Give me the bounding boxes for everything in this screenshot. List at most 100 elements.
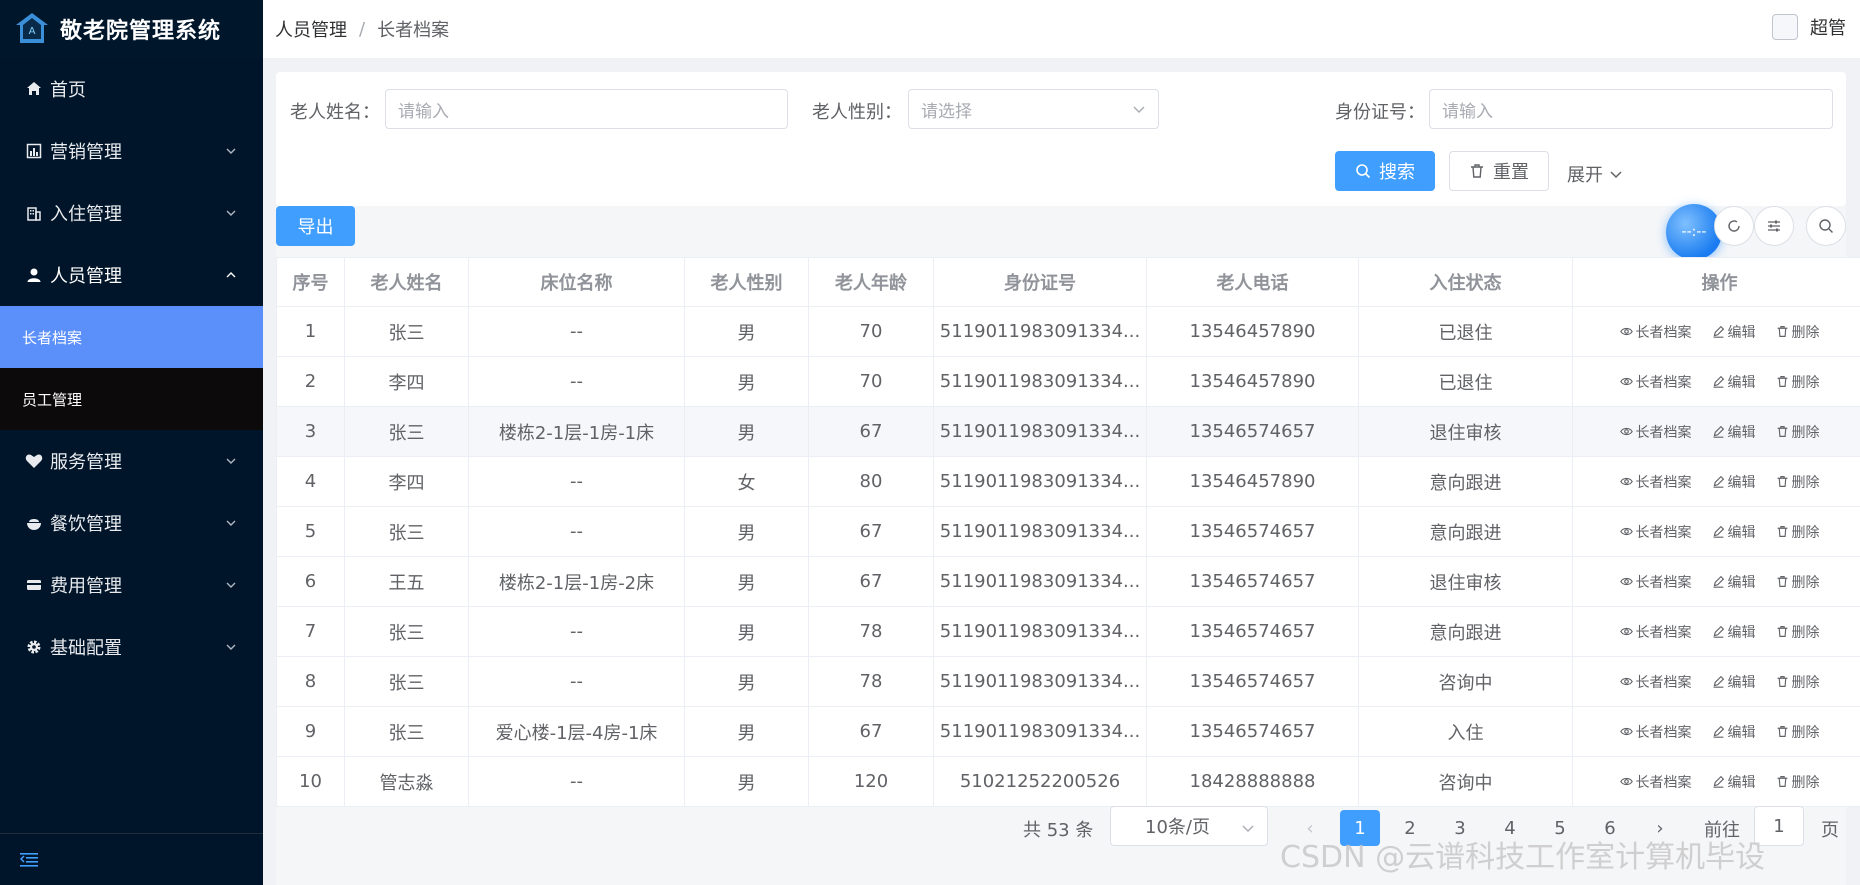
edit-button[interactable]: 编辑: [1712, 722, 1756, 742]
cell-age: 78: [808, 656, 934, 707]
cell-no: 2: [276, 356, 345, 407]
sidebar-subitem-elder-archive[interactable]: 长者档案: [0, 306, 263, 368]
delete-button[interactable]: 删除: [1776, 472, 1820, 492]
cell-name: 张三: [344, 406, 469, 457]
search-button[interactable]: 搜索: [1335, 151, 1435, 191]
search-form: 老人姓名： 请输入 老人性别： 请选择 身份证号： 请输入 搜索 重置 展开: [276, 72, 1846, 206]
gender-select[interactable]: 请选择: [908, 89, 1159, 129]
sidebar-item-label: 首页: [50, 80, 86, 101]
floating-assistant-button[interactable]: --:--: [1666, 204, 1722, 260]
cell-name: 张三: [344, 606, 469, 657]
column-header: 老人姓名: [344, 257, 469, 307]
sidebar-item-home[interactable]: 首页: [0, 58, 263, 120]
cell-actions: 长者档案 编辑 删除: [1572, 756, 1860, 807]
eye-icon: [1619, 677, 1633, 686]
view-archive-button[interactable]: 长者档案: [1619, 722, 1692, 742]
table-row[interactable]: 10 管志淼 -- 男 120 51021252200526 18428888888 咨询中长…: [276, 756, 1860, 807]
delete-button[interactable]: 删除: [1776, 422, 1820, 442]
cell-phone: 13546574657: [1146, 556, 1359, 607]
eye-icon: [1619, 627, 1633, 636]
view-archive-button[interactable]: 长者档案: [1619, 322, 1692, 342]
view-archive-button[interactable]: 长者档案: [1619, 522, 1692, 542]
action-label: 删除: [1791, 474, 1820, 491]
refresh-tool-button[interactable]: [1714, 206, 1754, 246]
action-label: 删除: [1791, 324, 1820, 341]
action-label: 编辑: [1727, 324, 1756, 341]
view-archive-button[interactable]: 长者档案: [1619, 572, 1692, 592]
edit-button[interactable]: 编辑: [1712, 622, 1756, 642]
table-row[interactable]: 7 张三 -- 男 78 5119011983091334... 13546574657 意向…: [276, 606, 1860, 657]
action-label: 删除: [1791, 574, 1820, 591]
sidebar-collapse-toggle[interactable]: [0, 833, 263, 885]
delete-button[interactable]: 删除: [1776, 672, 1820, 692]
sidebar-item-checkin[interactable]: 入住管理: [0, 182, 263, 244]
table-row[interactable]: 6 王五 楼栋2-1层-1房-2床男 67 5119011983091334... 135…: [276, 556, 1860, 607]
sidebar-item-marketing[interactable]: 营销管理: [0, 120, 263, 182]
cell-name: 李四: [344, 356, 469, 407]
delete-button[interactable]: 删除: [1776, 572, 1820, 592]
action-label: 编辑: [1727, 374, 1756, 391]
edit-icon: [1713, 625, 1724, 638]
cell-actions: 长者档案 编辑 删除: [1572, 606, 1860, 657]
sidebar-item-personnel[interactable]: 人员管理: [0, 244, 263, 306]
export-button[interactable]: 导出: [276, 206, 355, 246]
view-archive-button[interactable]: 长者档案: [1619, 772, 1692, 792]
trash-icon: [1777, 576, 1787, 587]
cell-name: 张三: [344, 656, 469, 707]
edit-button[interactable]: 编辑: [1712, 472, 1756, 492]
delete-button[interactable]: 删除: [1776, 322, 1820, 342]
delete-button[interactable]: 删除: [1776, 522, 1820, 542]
sidebar-item-config[interactable]: 基础配置: [0, 616, 263, 678]
view-archive-button[interactable]: 长者档案: [1619, 372, 1692, 392]
table-row[interactable]: 5 张三 -- 男 67 5119011983091334... 13546574657 意向…: [276, 506, 1860, 557]
app-title: 敬老院管理系统: [60, 19, 222, 44]
elder-table: 序号 老人姓名 床位名称 老人性别 老人年龄 身份证号 老人电话 入住状态 操作…: [276, 257, 1860, 807]
expand-button[interactable]: 展开: [1567, 161, 1623, 187]
eye-icon: [1619, 327, 1633, 336]
breadcrumb-item[interactable]: 人员管理: [275, 16, 347, 42]
edit-button[interactable]: 编辑: [1712, 372, 1756, 392]
sidebar-item-catering[interactable]: 餐饮管理: [0, 492, 263, 554]
user-name: 超管: [1810, 18, 1846, 39]
view-archive-button[interactable]: 长者档案: [1619, 422, 1692, 442]
sidebar-item-fees[interactable]: 费用管理: [0, 554, 263, 616]
cell-id: 5119011983091334...: [933, 356, 1147, 407]
table-row[interactable]: 4 李四 -- 女 80 5119011983091334... 13546457890 意向…: [276, 456, 1860, 507]
edit-button[interactable]: 编辑: [1712, 672, 1756, 692]
cell-bed: --: [468, 306, 685, 357]
name-input[interactable]: 请输入: [385, 89, 788, 129]
table-row[interactable]: 9 张三 爱心楼-1层-4房-1床男 67 5119011983091334... 135…: [276, 706, 1860, 757]
cell-age: 67: [808, 706, 934, 757]
sidebar-item-service[interactable]: 服务管理: [0, 430, 263, 492]
home-icon: [24, 79, 44, 99]
export-button-label: 导出: [297, 217, 334, 238]
table-row[interactable]: 2 李四 -- 男 70 5119011983091334... 13546457890 已退…: [276, 356, 1860, 407]
edit-button[interactable]: 编辑: [1712, 522, 1756, 542]
reset-button[interactable]: 重置: [1449, 151, 1549, 191]
table-row[interactable]: 1 张三 -- 男 70 5119011983091334... 13546457890 已退…: [276, 306, 1860, 357]
view-archive-button[interactable]: 长者档案: [1619, 672, 1692, 692]
trash-icon: [1777, 426, 1787, 437]
user-menu[interactable]: 超管: [1772, 14, 1846, 40]
table-row[interactable]: 3 张三 楼栋2-1层-1房-1床男 67 5119011983091334... 135…: [276, 406, 1860, 457]
edit-button[interactable]: 编辑: [1712, 572, 1756, 592]
view-archive-button[interactable]: 长者档案: [1619, 472, 1692, 492]
delete-button[interactable]: 删除: [1776, 772, 1820, 792]
table-row[interactable]: 8 张三 -- 男 78 5119011983091334... 13546574657 咨询…: [276, 656, 1860, 707]
edit-button[interactable]: 编辑: [1712, 772, 1756, 792]
delete-button[interactable]: 删除: [1776, 722, 1820, 742]
column-settings-button[interactable]: [1754, 206, 1794, 246]
view-archive-button[interactable]: 长者档案: [1619, 622, 1692, 642]
edit-button[interactable]: 编辑: [1712, 422, 1756, 442]
toggle-search-button[interactable]: [1806, 206, 1846, 246]
cell-phone: 13546457890: [1146, 306, 1359, 357]
sidebar-subitem-staff[interactable]: 员工管理: [0, 368, 263, 430]
delete-button[interactable]: 删除: [1776, 622, 1820, 642]
cell-bed: --: [468, 656, 685, 707]
edit-button[interactable]: 编辑: [1712, 322, 1756, 342]
cell-actions: 长者档案 编辑 删除: [1572, 556, 1860, 607]
cell-gender: 男: [684, 406, 809, 457]
page-size-select[interactable]: 10条/页: [1110, 806, 1268, 846]
id-input[interactable]: 请输入: [1429, 89, 1833, 129]
delete-button[interactable]: 删除: [1776, 372, 1820, 392]
